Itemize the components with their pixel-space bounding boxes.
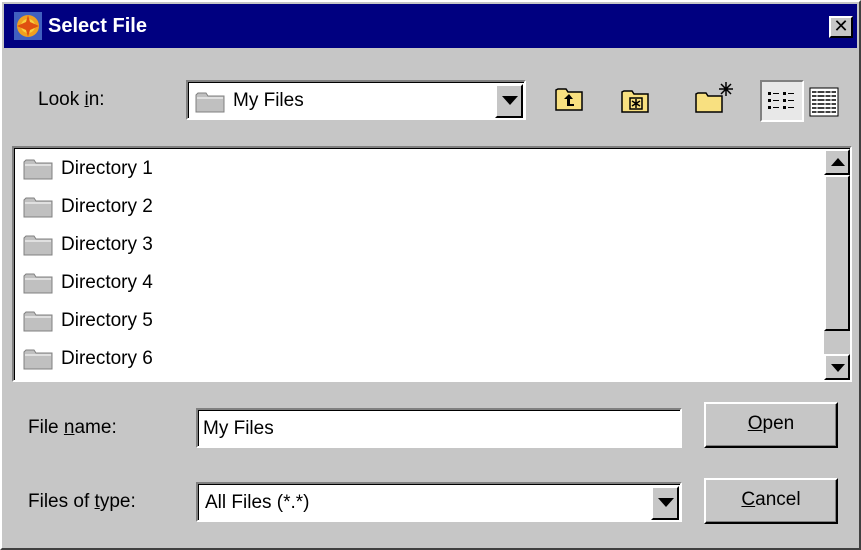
list-view-icon <box>768 92 794 109</box>
folder-icon <box>195 92 225 113</box>
home-button[interactable] <box>616 82 654 120</box>
file-type-label-end: ype: <box>99 491 136 512</box>
file-list[interactable]: Directory 1 Directory 2 Directory 3 Directo… <box>12 146 852 382</box>
file-name-label-end: ame: <box>74 417 117 438</box>
scroll-up-button[interactable] <box>824 149 850 175</box>
title-bar[interactable]: Select File ✕ <box>4 4 857 48</box>
look-in-dropdown-button[interactable] <box>495 84 523 118</box>
file-type-combo[interactable]: All Files (*.*) <box>196 482 682 522</box>
create-new-folder-button[interactable] <box>692 78 733 116</box>
file-name-label-start: File <box>28 417 64 438</box>
scroll-thumb[interactable] <box>824 175 850 331</box>
file-name-label: File name: <box>28 416 117 440</box>
arrow-up-icon <box>831 158 845 166</box>
scroll-down-button[interactable] <box>824 354 850 380</box>
vertical-scrollbar[interactable] <box>824 149 850 380</box>
folder-icon <box>23 197 53 218</box>
select-file-dialog: Select File ✕ Look in: My Files Director… <box>0 0 861 550</box>
folder-icon <box>23 273 53 294</box>
look-in-label-end: n: <box>88 89 105 110</box>
close-icon: ✕ <box>833 16 849 36</box>
details-view-icon <box>809 87 839 117</box>
up-one-level-icon <box>555 88 583 111</box>
create-new-folder-icon <box>695 82 733 113</box>
home-icon <box>621 90 649 113</box>
list-item-directory[interactable]: Directory 3 <box>23 226 153 264</box>
list-item-directory[interactable]: Directory 2 <box>23 188 153 226</box>
look-in-value: My Files <box>233 90 304 111</box>
open-button[interactable]: Open <box>704 402 838 448</box>
look-in-label: Look in: <box>38 88 105 112</box>
file-type-label: Files of type: <box>28 490 136 514</box>
list-item-label: Directory 6 <box>61 348 153 369</box>
cancel-button-label: ancel <box>755 489 801 510</box>
arrow-down-icon <box>831 364 845 372</box>
chevron-down-icon <box>658 498 674 507</box>
file-name-label-mnemonic: n <box>63 417 75 438</box>
list-item-label: Directory 3 <box>61 234 153 255</box>
cancel-button-mnemonic: C <box>741 489 756 510</box>
folder-icon <box>23 311 53 332</box>
up-one-level-button[interactable] <box>550 80 588 118</box>
look-in-label-start: Look <box>38 89 85 110</box>
folder-icon <box>23 159 53 180</box>
details-view-button[interactable] <box>804 82 844 122</box>
look-in-combo[interactable]: My Files <box>186 80 526 120</box>
file-name-input[interactable] <box>198 410 680 446</box>
folder-icon <box>23 235 53 256</box>
list-item-label: Directory 4 <box>61 272 153 293</box>
list-item-directory[interactable]: Directory 6 <box>23 340 153 378</box>
list-item-label: Directory 1 <box>61 158 153 179</box>
open-button-label: pen <box>762 413 795 434</box>
close-button[interactable]: ✕ <box>829 16 853 38</box>
file-name-field-frame <box>196 408 682 448</box>
app-logo-icon <box>14 12 42 40</box>
list-item-directory[interactable]: Directory 1 <box>23 150 153 188</box>
list-item-directory[interactable]: Directory 5 <box>23 302 153 340</box>
list-item-label: Directory 5 <box>61 310 153 331</box>
chevron-down-icon <box>502 96 518 105</box>
file-type-dropdown-button[interactable] <box>651 486 679 520</box>
cancel-button[interactable]: Cancel <box>704 478 838 524</box>
list-item-directory[interactable]: Directory 4 <box>23 264 153 302</box>
file-type-label-start: Files of <box>28 491 95 512</box>
window-title: Select File <box>48 15 147 37</box>
list-item-label: Directory 2 <box>61 196 153 217</box>
folder-icon <box>23 349 53 370</box>
list-view-button[interactable] <box>760 80 804 122</box>
file-type-value: All Files (*.*) <box>205 492 310 513</box>
open-button-mnemonic: O <box>747 413 763 434</box>
